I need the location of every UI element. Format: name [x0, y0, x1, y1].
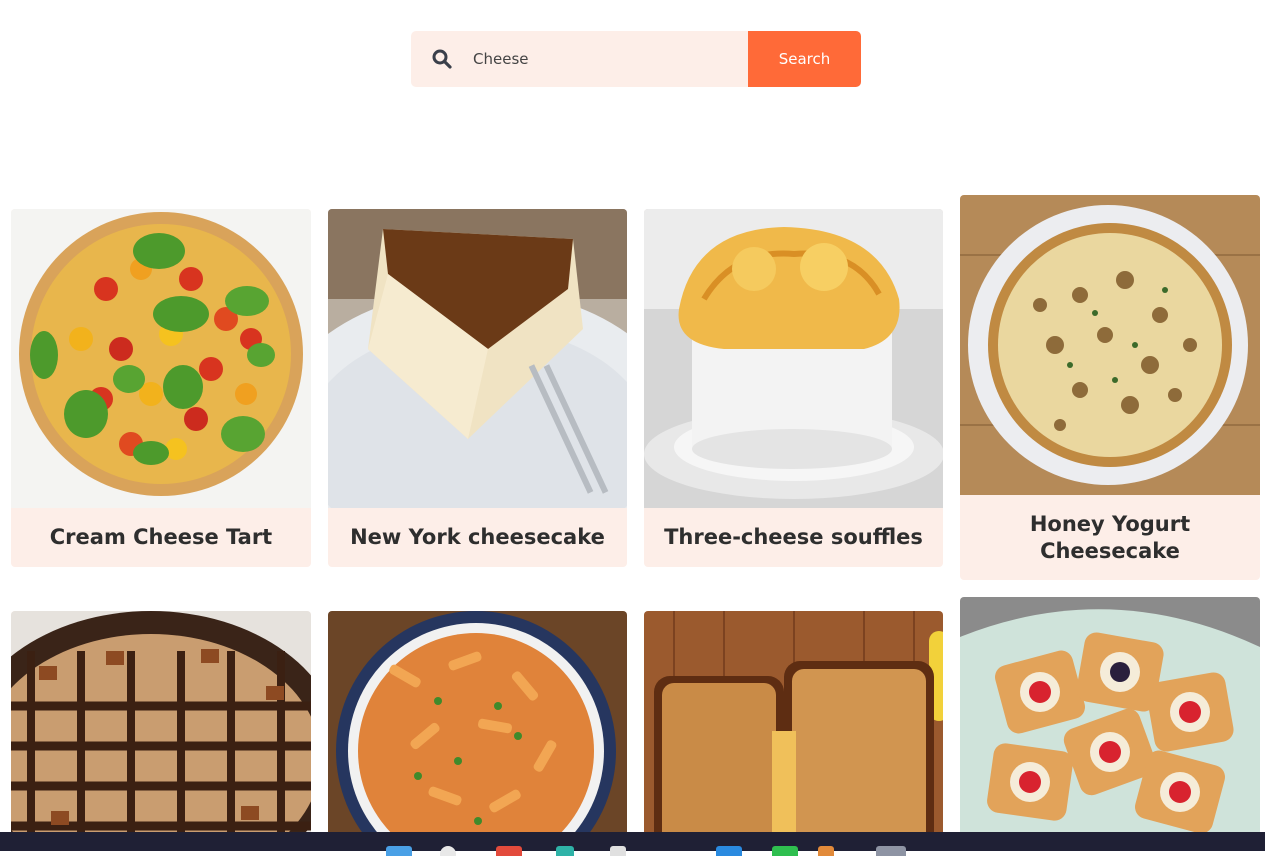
recipe-card[interactable]: [11, 611, 311, 851]
recipe-card[interactable]: [960, 597, 1260, 851]
recipe-image: [328, 209, 627, 567]
recipe-image: [11, 611, 311, 851]
search-bar: Search: [411, 31, 861, 87]
recipe-image: [11, 209, 311, 508]
app-icon[interactable]: [818, 846, 834, 856]
recipe-title: Honey Yogurt Cheesecake: [1029, 511, 1191, 563]
edge-icon[interactable]: [556, 846, 574, 856]
files-icon[interactable]: [610, 846, 626, 856]
app-icon[interactable]: [716, 846, 742, 856]
recipe-card[interactable]: Three-cheese souffles: [644, 209, 943, 567]
whatsapp-icon[interactable]: [772, 846, 798, 856]
recipe-card[interactable]: Honey Yogurt Cheesecake: [960, 195, 1260, 580]
recipe-title: New York cheesecake: [350, 525, 605, 549]
chrome-icon[interactable]: [496, 846, 522, 856]
recipe-image: [328, 611, 627, 851]
recipe-title: Cream Cheese Tart: [49, 525, 273, 549]
taskbar: [0, 832, 1265, 856]
recipe-image: [644, 611, 943, 851]
search-field[interactable]: [411, 31, 748, 87]
search-input[interactable]: [473, 50, 723, 68]
recipe-image: [960, 597, 1260, 851]
recipe-title: Three-cheese souffles: [664, 525, 923, 549]
recipe-card[interactable]: [328, 611, 627, 851]
recipe-card[interactable]: [644, 611, 943, 851]
windows-icon[interactable]: [386, 846, 412, 856]
recipe-image: [960, 195, 1260, 495]
recipe-image: [644, 209, 943, 508]
recipe-card[interactable]: New York cheesecake: [328, 209, 627, 567]
recipe-card[interactable]: Cream Cheese Tart: [11, 209, 311, 567]
search-icon[interactable]: [440, 846, 456, 856]
search-button[interactable]: Search: [748, 31, 861, 87]
search-icon: [431, 48, 453, 70]
app-icon[interactable]: [876, 846, 906, 856]
